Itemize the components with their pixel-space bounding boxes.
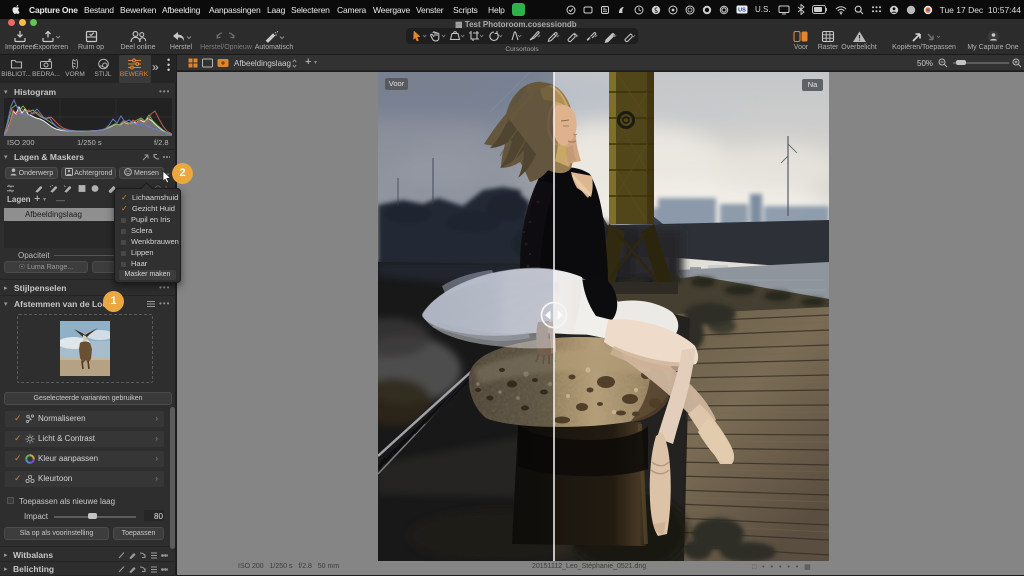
svg-text:US: US [738, 8, 746, 14]
